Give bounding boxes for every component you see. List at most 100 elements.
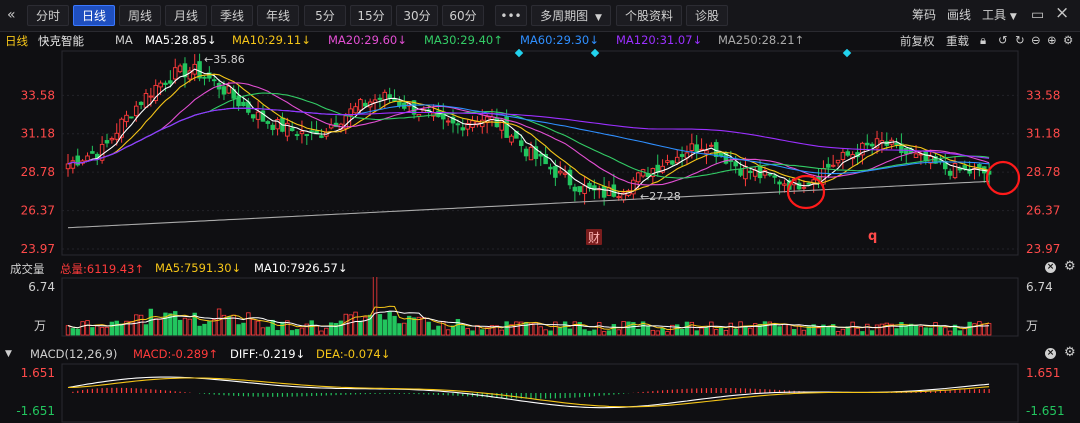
candle-body[interactable]: [177, 65, 183, 73]
lock-icon[interactable]: 🔒︎: [980, 33, 986, 48]
volume-bar[interactable]: [255, 320, 261, 336]
volume-bar[interactable]: [65, 325, 71, 336]
volume-bar[interactable]: [309, 320, 314, 336]
candle-body[interactable]: [460, 127, 466, 131]
candle-body[interactable]: [172, 67, 178, 80]
volume-bar[interactable]: [431, 329, 436, 336]
settings-gear-icon[interactable]: ⚙: [1063, 33, 1073, 47]
volume-bar[interactable]: [718, 327, 724, 336]
zoom-out-icon[interactable]: ⊖: [1031, 33, 1041, 47]
candle-body[interactable]: [947, 170, 953, 176]
volume-bar[interactable]: [645, 326, 651, 336]
volume-bar[interactable]: [138, 314, 144, 336]
volume-bar[interactable]: [538, 326, 543, 336]
period-tab-7[interactable]: 15分: [350, 5, 392, 26]
volume-bar[interactable]: [90, 327, 95, 336]
volume-bar[interactable]: [874, 324, 880, 336]
candle-body[interactable]: [85, 155, 90, 162]
volume-bar[interactable]: [182, 317, 188, 336]
candle-body[interactable]: [138, 101, 144, 106]
period-tab-0[interactable]: 分时: [27, 5, 69, 26]
volume-bar[interactable]: [250, 319, 256, 336]
volume-bar[interactable]: [655, 330, 660, 336]
candle-body[interactable]: [523, 148, 529, 157]
candle-body[interactable]: [913, 153, 919, 158]
volume-bar[interactable]: [143, 324, 149, 336]
candle-body[interactable]: [358, 99, 363, 111]
candle-body[interactable]: [65, 163, 71, 170]
volume-bar[interactable]: [460, 325, 465, 336]
candle-body[interactable]: [767, 173, 773, 176]
volume-bar[interactable]: [421, 317, 426, 336]
candle-body[interactable]: [250, 114, 256, 119]
volume-bar[interactable]: [928, 327, 933, 336]
volume-bar[interactable]: [148, 308, 154, 336]
volume-bar[interactable]: [543, 329, 548, 336]
volume-bar[interactable]: [119, 323, 124, 336]
candle-body[interactable]: [211, 79, 217, 82]
volume-bar[interactable]: [212, 319, 217, 336]
volume-bar[interactable]: [650, 329, 656, 336]
volume-bar[interactable]: [504, 321, 509, 336]
volume-bar[interactable]: [943, 327, 948, 336]
volume-bar[interactable]: [665, 331, 670, 336]
draw-line-button[interactable]: 画线: [947, 5, 971, 26]
chip-button[interactable]: 筹码: [912, 5, 936, 26]
candle-body[interactable]: [148, 95, 154, 98]
refresh-icon[interactable]: ↻: [1015, 33, 1025, 47]
candle-body[interactable]: [553, 165, 558, 178]
period-tab-2[interactable]: 周线: [119, 5, 161, 26]
candlestick-chart[interactable]: 33.58 33.58 31.18 31.18 28.78 28.78 26.37 26.37…: [0, 49, 1080, 259]
volume-bar[interactable]: [660, 328, 665, 336]
q-marker[interactable]: q: [868, 229, 877, 244]
volume-bar[interactable]: [548, 330, 553, 336]
volume-bar[interactable]: [377, 314, 383, 336]
volume-bar[interactable]: [509, 324, 514, 336]
candle-body[interactable]: [801, 186, 807, 189]
volume-bar[interactable]: [977, 321, 982, 336]
period-tab-3[interactable]: 月线: [165, 5, 207, 26]
macd-title[interactable]: MACD(12,26,9): [30, 347, 117, 361]
volume-bar[interactable]: [562, 321, 568, 336]
volume-bar[interactable]: [606, 330, 612, 336]
macd-settings-icon[interactable]: ⚙: [1064, 345, 1076, 360]
volume-bar[interactable]: [70, 328, 76, 336]
candle-body[interactable]: [143, 93, 149, 108]
volume-bar[interactable]: [860, 331, 865, 336]
candle-body[interactable]: [679, 154, 685, 157]
volume-bar[interactable]: [699, 327, 704, 336]
volume-bar[interactable]: [723, 329, 729, 336]
volume-bar[interactable]: [153, 318, 158, 336]
volume-bar[interactable]: [241, 322, 246, 336]
volume-bar[interactable]: [382, 319, 387, 336]
volume-bar[interactable]: [616, 329, 621, 336]
volume-bar[interactable]: [372, 277, 378, 336]
candle-body[interactable]: [104, 140, 110, 144]
candle-body[interactable]: [133, 105, 139, 117]
candle-body[interactable]: [241, 101, 246, 107]
candle-body[interactable]: [665, 160, 670, 163]
event-diamond-icon[interactable]: [590, 49, 600, 58]
candle-body[interactable]: [718, 152, 724, 156]
volume-bar[interactable]: [694, 330, 699, 336]
volume-bar[interactable]: [572, 321, 578, 336]
more-button[interactable]: •••: [495, 5, 527, 26]
candle-body[interactable]: [124, 114, 129, 123]
candle-body[interactable]: [309, 130, 314, 133]
volume-bar[interactable]: [294, 329, 300, 336]
volume-bar[interactable]: [626, 321, 631, 336]
window-icon[interactable]: ▭: [1031, 7, 1044, 23]
candle-body[interactable]: [923, 151, 929, 162]
candle-body[interactable]: [319, 135, 324, 138]
candle-body[interactable]: [894, 142, 899, 145]
volume-bar[interactable]: [260, 327, 266, 336]
candle-body[interactable]: [670, 160, 675, 165]
candle-body[interactable]: [445, 120, 451, 123]
candle-body[interactable]: [835, 159, 841, 164]
volume-bar[interactable]: [99, 327, 105, 336]
volume-bar[interactable]: [986, 323, 992, 336]
volume-bar[interactable]: [835, 331, 841, 336]
candle-body[interactable]: [168, 80, 173, 84]
candle-body[interactable]: [270, 124, 275, 130]
volume-bar[interactable]: [275, 330, 280, 336]
